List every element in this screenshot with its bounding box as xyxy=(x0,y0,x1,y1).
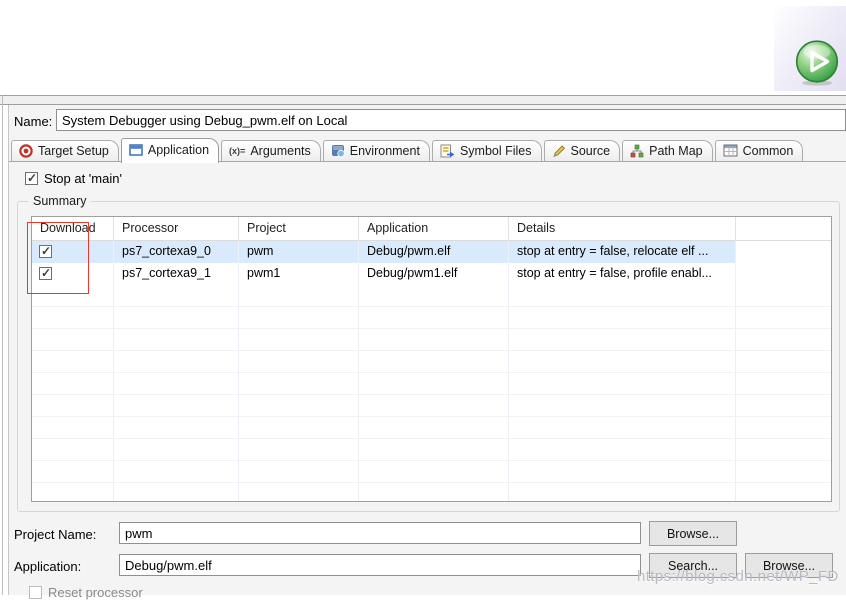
tab-label: Common xyxy=(742,143,794,158)
processor-cell: ps7_cortexa9_1 xyxy=(114,263,239,285)
application-input[interactable] xyxy=(119,554,641,576)
run-icon xyxy=(795,40,839,86)
tabbar: Target Setup Application (x)= Arguments … xyxy=(11,137,846,163)
target-icon xyxy=(19,143,33,158)
empty-row xyxy=(32,461,831,483)
download-cell xyxy=(32,263,114,285)
tab-source[interactable]: Source xyxy=(543,140,621,161)
tab-label: Symbol Files xyxy=(459,143,532,158)
tab-label: Source xyxy=(570,143,611,158)
filler-cell xyxy=(736,263,831,285)
pane-splitter[interactable] xyxy=(0,95,846,105)
column-header-filler xyxy=(736,217,831,240)
empty-row xyxy=(32,285,831,307)
tab-application[interactable]: Application xyxy=(120,138,220,163)
pane-left-edge xyxy=(2,95,3,595)
column-header-download[interactable]: Download xyxy=(32,217,114,240)
tab-symbol-files[interactable]: Symbol Files xyxy=(431,140,542,161)
project-name-input[interactable] xyxy=(119,522,641,544)
tab-environment[interactable]: Environment xyxy=(322,140,430,161)
project-name-label: Project Name: xyxy=(14,527,97,542)
name-label: Name: xyxy=(14,114,53,129)
empty-row xyxy=(32,329,831,351)
arguments-icon: (x)= xyxy=(229,145,246,156)
application-cell: Debug/pwm.elf xyxy=(359,241,509,263)
tab-label: Path Map xyxy=(649,143,703,158)
empty-row xyxy=(32,373,831,395)
browse-project-button[interactable]: Browse... xyxy=(649,521,737,546)
application-window-icon xyxy=(129,143,143,157)
column-header-application[interactable]: Application xyxy=(359,217,509,240)
empty-row xyxy=(32,483,831,501)
stop-at-main-label: Stop at 'main' xyxy=(44,171,122,186)
application-cell: Debug/pwm1.elf xyxy=(359,263,509,285)
summary-table: Download Processor Project Application D… xyxy=(31,216,832,502)
search-application-button[interactable]: Search... xyxy=(649,553,737,578)
environment-icon xyxy=(331,144,345,158)
empty-row xyxy=(32,395,831,417)
reset-processor-label: Reset processor xyxy=(48,585,143,600)
stop-at-main-row: Stop at 'main' xyxy=(25,171,122,186)
column-header-details[interactable]: Details xyxy=(509,217,736,240)
summary-group-label: Summary xyxy=(28,194,92,208)
project-cell: pwm xyxy=(239,241,359,263)
reset-processor-checkbox[interactable] xyxy=(29,586,42,599)
reset-processor-row: Reset processor xyxy=(29,585,143,600)
details-cell: stop at entry = false, relocate elf ... xyxy=(509,241,736,263)
table-header-row: Download Processor Project Application D… xyxy=(32,217,831,241)
empty-row xyxy=(32,417,831,439)
project-cell: pwm1 xyxy=(239,263,359,285)
application-label: Application: xyxy=(14,559,82,574)
tab-label: Target Setup xyxy=(38,143,109,158)
table-row[interactable]: ps7_cortexa9_0 pwm Debug/pwm.elf stop at… xyxy=(32,241,831,263)
tab-arguments[interactable]: (x)= Arguments xyxy=(221,140,321,161)
table-row[interactable]: ps7_cortexa9_1 pwm1 Debug/pwm1.elf stop … xyxy=(32,263,831,285)
column-header-project[interactable]: Project xyxy=(239,217,359,240)
empty-row xyxy=(32,351,831,373)
source-icon xyxy=(552,144,566,158)
processor-cell: ps7_cortexa9_0 xyxy=(114,241,239,263)
browse-application-button[interactable]: Browse... xyxy=(745,553,833,578)
run-button[interactable] xyxy=(794,39,841,86)
details-cell: stop at entry = false, profile enabl... xyxy=(509,263,736,285)
tab-label: Application xyxy=(147,142,210,157)
column-header-processor[interactable]: Processor xyxy=(114,217,239,240)
symbol-files-icon xyxy=(440,144,455,158)
debug-configuration-pane: Name: Target Setup Application (x)= Argu… xyxy=(8,105,846,600)
filler-cell xyxy=(736,241,831,263)
download-cell xyxy=(32,241,114,263)
tab-common[interactable]: Common xyxy=(714,140,804,161)
common-icon xyxy=(723,144,738,157)
configuration-name-input[interactable] xyxy=(56,109,846,131)
download-checkbox[interactable] xyxy=(39,266,52,280)
empty-row xyxy=(32,307,831,329)
tab-label: Arguments xyxy=(250,143,311,158)
download-checkbox[interactable] xyxy=(39,244,52,258)
empty-row xyxy=(32,439,831,461)
tab-label: Environment xyxy=(349,143,420,158)
stop-at-main-checkbox[interactable] xyxy=(25,171,38,185)
tab-path-map[interactable]: Path Map xyxy=(622,140,713,161)
tab-target-setup[interactable]: Target Setup xyxy=(11,140,119,161)
summary-group: Summary Download Processor Project Appli… xyxy=(17,194,840,512)
path-map-icon xyxy=(630,144,644,158)
